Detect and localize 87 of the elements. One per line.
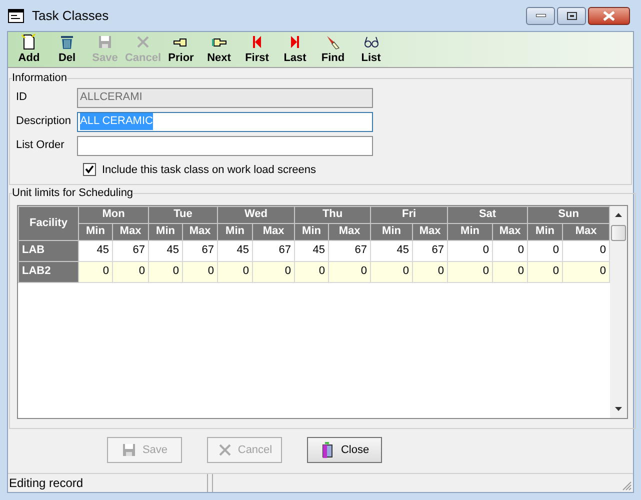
column-header: Thu [294, 206, 371, 223]
table-cell[interactable]: 0 [370, 261, 413, 282]
table-cell[interactable]: 0 [112, 261, 149, 282]
toolbar-button[interactable]: Last [277, 33, 313, 67]
column-header: Max [562, 223, 610, 240]
close-icon [603, 10, 615, 20]
column-header: Wed [218, 206, 295, 223]
table-cell[interactable]: 0 [562, 261, 610, 282]
table-cell[interactable]: 0 [448, 261, 493, 282]
input-field[interactable] [77, 136, 373, 156]
column-header: Min [294, 223, 329, 240]
table-cell[interactable]: 67 [112, 240, 149, 261]
column-header: Min [528, 223, 563, 240]
column-header: Max [492, 223, 528, 240]
table-cell[interactable]: 0 [294, 261, 329, 282]
table-cell[interactable]: 0 [448, 240, 493, 261]
vertical-scrollbar[interactable] [610, 206, 628, 418]
column-header: Max [112, 223, 149, 240]
table-cell[interactable]: 67 [412, 240, 448, 261]
x-mark-icon [216, 442, 233, 458]
table-cell[interactable]: 45 [294, 240, 329, 261]
toolbar-button[interactable]: Find [315, 33, 351, 67]
table-cell[interactable]: 0 [328, 261, 371, 282]
table-cell[interactable]: 45 [148, 240, 183, 261]
toolbar-button[interactable]: Del [49, 33, 85, 67]
column-header: Min [218, 223, 253, 240]
column-header: Min [448, 223, 493, 240]
column-header: Max [412, 223, 448, 240]
table-cell[interactable]: 45 [78, 240, 112, 261]
table-cell[interactable]: 0 [562, 240, 610, 261]
scroll-down-icon [615, 406, 622, 410]
trash-icon [59, 34, 75, 50]
group-title: Unit limits for Scheduling [12, 186, 134, 201]
table-cell[interactable]: 45 [370, 240, 413, 261]
column-header: Sat [448, 206, 528, 223]
table-cell[interactable]: 67 [182, 240, 218, 261]
toolbar-button[interactable]: List [353, 33, 389, 67]
close-button[interactable] [588, 6, 630, 24]
table-cell[interactable]: 0 [78, 261, 112, 282]
field-label: ID [16, 90, 28, 106]
table-cell[interactable]: 67 [328, 240, 371, 261]
column-header: Min [78, 223, 112, 240]
table-cell[interactable]: 0 [528, 261, 563, 282]
column-header: Sun [528, 206, 610, 223]
maximize-button[interactable] [557, 6, 586, 24]
column-header: Fri [370, 206, 448, 223]
checkbox[interactable] [83, 163, 96, 176]
window-icon [8, 8, 24, 22]
field-label: List Order [16, 138, 66, 154]
toolbar-button[interactable]: Add [11, 33, 47, 67]
row-header: LAB [18, 240, 78, 261]
glasses-icon [363, 34, 379, 50]
checkbox-label: Include this task class on work load screens [102, 162, 316, 178]
column-header: Min [148, 223, 183, 240]
column-header: Min [370, 223, 413, 240]
table-cell[interactable]: 0 [148, 261, 183, 282]
table-cell[interactable]: 0 [218, 261, 253, 282]
status-text: Editing record [8, 474, 208, 492]
column-header: Mon [78, 206, 149, 223]
table-cell[interactable]: 0 [182, 261, 218, 282]
minimize-button[interactable] [526, 6, 555, 24]
group-title: Information [12, 71, 68, 86]
toolbar-button[interactable]: Next [201, 33, 237, 67]
table-cell[interactable]: 0 [492, 240, 528, 261]
column-header: Tue [148, 206, 218, 223]
minimize-icon [536, 14, 546, 17]
dialog-button[interactable]: Close [307, 437, 382, 463]
table-cell[interactable]: 45 [218, 240, 253, 261]
table-cell[interactable]: 0 [492, 261, 528, 282]
field-label: Description [16, 114, 72, 130]
table-cell[interactable]: 0 [528, 240, 563, 261]
table-cell[interactable]: 0 [412, 261, 448, 282]
maximize-icon [566, 12, 576, 20]
row-header: LAB2 [18, 261, 78, 282]
resize-grip-icon [622, 481, 632, 491]
scroll-thumb[interactable] [611, 224, 626, 240]
column-header: Max [252, 223, 295, 240]
new-page-icon [21, 34, 37, 50]
scroll-up-icon [615, 212, 622, 216]
toolbar-button[interactable]: Prior [163, 33, 199, 67]
column-header: Max [182, 223, 218, 240]
column-header: Max [328, 223, 371, 240]
toolbar-button[interactable]: First [239, 33, 275, 67]
table-cell[interactable]: 67 [252, 240, 295, 261]
table-cell[interactable]: 0 [252, 261, 295, 282]
column-header: Facility [18, 206, 78, 240]
window-title: Task Classes [32, 6, 109, 25]
